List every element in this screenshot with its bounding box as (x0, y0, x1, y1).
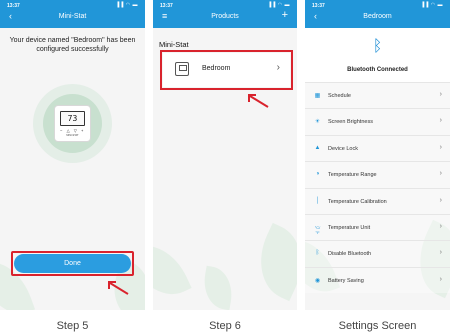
chevron-right-icon: › (439, 275, 442, 283)
leaf-decoration (245, 222, 297, 302)
device-header: 13:37 ▐▐ ◠ ▬ ‹ Bedroom ᛒ Bluetooth Conne… (305, 0, 450, 82)
chevron-right-icon: › (439, 170, 442, 178)
status-time: 13:37 (7, 3, 20, 9)
pointer-arrow-icon (108, 281, 129, 295)
bluetooth-status: Bluetooth Connected (347, 67, 408, 73)
pointer-arrow-icon (248, 94, 269, 108)
chevron-right-icon: › (439, 249, 442, 257)
device-brand: MINI-STAT (66, 134, 79, 137)
temperature-unit-icon: °C/°F (314, 224, 321, 235)
thermometer-icon: │ (315, 197, 320, 204)
status-time: 13:37 (312, 3, 325, 9)
app-header: 13:37 ▐▐ ◠ ▬ ‹ Mini-Stat (0, 0, 145, 28)
product-group-label: Mini-Stat (159, 40, 189, 49)
chevron-right-icon: › (439, 117, 442, 125)
leaf-decoration (199, 265, 237, 310)
menu-item-schedule[interactable]: ▦ Schedule › (305, 82, 450, 109)
menu-item-battery-saving[interactable]: ◉ Battery Saving › (305, 266, 450, 294)
temperature-range-icon: ◑ (315, 171, 320, 178)
header-title: Products (211, 13, 239, 20)
menu-item-temperature-range[interactable]: ◑ Temperature Range › (305, 161, 450, 188)
chevron-right-icon: › (439, 143, 442, 151)
phone-screen-step6: 13:37 ▐▐ ◠ ▬ ≡ Products + Mini-Stat Bedr… (153, 0, 297, 310)
bluetooth-off-icon: ᛒ (315, 250, 320, 257)
device-keys: − △ ▽ + (60, 128, 85, 133)
phone-screen-settings: 13:37 ▐▐ ◠ ▬ ‹ Bedroom ᛒ Bluetooth Conne… (305, 0, 450, 310)
menu-item-label: Device Lock (328, 145, 358, 152)
menu-item-label: Temperature Calibration (328, 198, 387, 205)
menu-item-label: Schedule (328, 93, 351, 99)
menu-item-label: Battery Saving (328, 277, 364, 284)
status-bar: 13:37 ▐▐ ◠ ▬ (0, 0, 145, 11)
app-header: 13:37 ▐▐ ◠ ▬ ‹ Bedroom (305, 0, 450, 28)
header-title: Mini-Stat (58, 13, 87, 20)
device-card-label: Bedroom (202, 65, 231, 72)
system-icons: ▐▐ ◠ ▬ (267, 2, 290, 8)
battery-saving-icon: ◉ (314, 277, 321, 284)
caption-step5: Step 5 (56, 320, 89, 332)
sun-icon: ☀ (314, 119, 321, 126)
menu-item-device-lock[interactable]: ▲ Device Lock › (305, 134, 450, 162)
success-message: Your device named "Bedroom" has been con… (9, 37, 136, 53)
menu-item-screen-brightness[interactable]: ☀ Screen Brightness › (305, 108, 450, 135)
menu-item-temperature-calibration[interactable]: │ Temperature Calibration › (305, 187, 450, 214)
chevron-right-icon: › (439, 196, 442, 204)
settings-menu: ▦ Schedule › ☀ Screen Brightness › ▲ Dev… (305, 82, 450, 294)
bluetooth-icon: ᛒ (372, 38, 383, 55)
chevron-right-icon: › (439, 222, 442, 230)
leaf-decoration (153, 233, 192, 307)
status-bar: 13:37 ▐▐ ◠ ▬ (305, 0, 450, 11)
status-time: 13:37 (160, 3, 173, 9)
menu-item-label: Screen Brightness (328, 119, 373, 126)
menu-item-temperature-unit[interactable]: °C/°F Temperature Unit › (305, 213, 450, 241)
status-bar: 13:37 ▐▐ ◠ ▬ (153, 0, 297, 11)
chevron-right-icon: › (439, 91, 442, 98)
menu-item-label: Temperature Range (328, 172, 377, 179)
lock-icon: ▲ (314, 144, 321, 151)
phone-screen-step5: 13:37 ▐▐ ◠ ▬ ‹ Mini-Stat Your device nam… (0, 0, 145, 310)
caption-step6: Step 6 (209, 320, 241, 332)
menu-item-label: Temperature Unit (328, 224, 371, 231)
device-display: 73 (60, 111, 85, 126)
system-icons: ▐▐ ◠ ▬ (420, 2, 443, 8)
menu-item-label: Disable Bluetooth (328, 251, 372, 258)
device-card-bedroom[interactable]: Bedroom › (163, 53, 290, 87)
plus-icon[interactable]: + (282, 10, 288, 21)
header-title: Bedroom (363, 13, 392, 20)
menu-item-disable-bluetooth[interactable]: ᛒ Disable Bluetooth › (305, 240, 450, 267)
thermostat-icon (175, 62, 189, 76)
thermostat-device-icon: 73 − △ ▽ + MINI-STAT (54, 105, 91, 142)
calendar-icon: ▦ (314, 93, 321, 99)
system-icons: ▐▐ ◠ ▬ (115, 2, 138, 8)
done-button[interactable]: Done (14, 254, 131, 273)
app-header: 13:37 ▐▐ ◠ ▬ ≡ Products + (153, 0, 297, 28)
caption-settings: Settings Screen (338, 320, 417, 332)
chevron-right-icon: › (276, 62, 280, 73)
